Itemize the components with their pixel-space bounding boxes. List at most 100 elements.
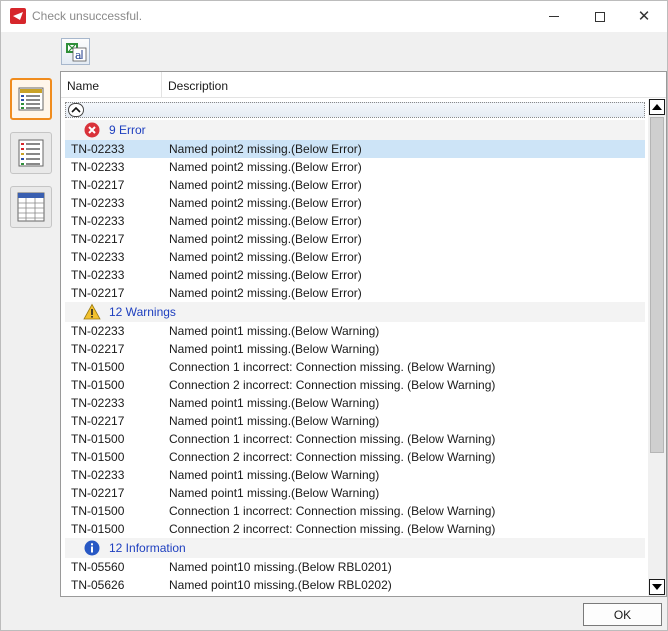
group-label: 12 Information	[109, 541, 186, 555]
scroll-down-button[interactable]	[649, 579, 665, 595]
table-row[interactable]: TN-01500 Connection 1 incorrect: Connecti…	[65, 358, 645, 376]
flat-list-icon	[18, 139, 44, 167]
column-header-description[interactable]: Description	[163, 72, 543, 98]
collapse-all-button[interactable]	[68, 103, 84, 117]
title-bar: Check unsuccessful. ✕	[1, 1, 667, 32]
row-name: TN-02233	[71, 468, 125, 482]
row-name: TN-02217	[71, 178, 125, 192]
column-header-name[interactable]: Name	[61, 72, 162, 98]
table-header: Name Description	[61, 72, 666, 98]
scroll-up-button[interactable]	[649, 99, 665, 115]
table-row[interactable]: TN-02217 Named point1 missing.(Below Warn…	[65, 340, 645, 358]
maximize-button[interactable]	[577, 1, 623, 32]
grouped-view-button[interactable]	[10, 78, 52, 120]
table-row[interactable]: TN-01500 Connection 2 incorrect: Connecti…	[65, 520, 645, 538]
group-label: 12 Warnings	[109, 305, 176, 319]
row-description: Named point1 missing.(Below Warning)	[169, 396, 380, 410]
results-list: 9 Error TN-02233 Named point2 missing.(Bel…	[61, 99, 648, 596]
row-name: TN-05626	[71, 578, 125, 592]
table-row[interactable]: TN-02217 Named point1 missing.(Below Warn…	[65, 412, 645, 430]
table-row[interactable]: TN-02233 Named point2 missing.(Below Erro…	[65, 212, 645, 230]
row-description: Connection 2 incorrect: Connection missi…	[169, 378, 496, 392]
row-name: TN-02233	[71, 214, 125, 228]
table-row[interactable]: TN-02233 Named point1 missing.(Below Warn…	[65, 394, 645, 412]
table-row[interactable]: TN-02233 Named point2 missing.(Below Erro…	[65, 266, 645, 284]
warning-icon	[83, 303, 101, 321]
table-row[interactable]: TN-02233 Named point2 missing.(Below Erro…	[65, 248, 645, 266]
row-description: Connection 1 incorrect: Connection missi…	[169, 432, 496, 446]
table-row[interactable]: TN-02217 Named point2 missing.(Below Erro…	[65, 284, 645, 302]
row-description: Named point1 missing.(Below Warning)	[169, 486, 380, 500]
results-table: Name Description 9 Error TN-02233 Named po…	[60, 71, 667, 597]
row-name: TN-02233	[71, 250, 125, 264]
row-name: TN-02217	[71, 342, 125, 356]
row-description: Named point2 missing.(Below Error)	[169, 142, 362, 156]
table-row[interactable]: TN-02217 Named point1 missing.(Below Warn…	[65, 484, 645, 502]
vertical-scrollbar[interactable]	[648, 99, 666, 596]
table-view-button[interactable]	[10, 186, 52, 228]
table-row[interactable]: TN-01500 Connection 2 incorrect: Connecti…	[65, 448, 645, 466]
table-row[interactable]: TN-02233 Named point2 missing.(Below Erro…	[65, 158, 645, 176]
row-name: TN-02217	[71, 486, 125, 500]
collapse-all-bar[interactable]	[65, 102, 645, 118]
row-name: TN-02233	[71, 160, 125, 174]
row-name: TN-01500	[71, 360, 125, 374]
row-description: Connection 1 incorrect: Connection missi…	[169, 360, 496, 374]
scrollbar-thumb[interactable]	[650, 117, 664, 453]
table-row[interactable]: TN-01500 Connection 2 incorrect: Connecti…	[65, 376, 645, 394]
group-header[interactable]: 12 Warnings	[65, 302, 645, 322]
row-description: Named point2 missing.(Below Error)	[169, 250, 362, 264]
table-row[interactable]: TN-05626 Named point10 missing.(Below RBL…	[65, 576, 645, 594]
row-name: TN-01500	[71, 378, 125, 392]
flat-view-button[interactable]	[10, 132, 52, 174]
minimize-icon	[549, 16, 559, 17]
row-description: Named point1 missing.(Below Warning)	[169, 342, 380, 356]
table-row[interactable]: TN-02233 Named point2 missing.(Below Erro…	[65, 194, 645, 212]
row-name: TN-02233	[71, 196, 125, 210]
row-description: Named point2 missing.(Below Error)	[169, 268, 362, 282]
row-name: TN-02233	[71, 268, 125, 282]
row-name: TN-01500	[71, 432, 125, 446]
group-header[interactable]: 9 Error	[65, 120, 645, 140]
row-name: TN-01500	[71, 450, 125, 464]
row-description: Connection 2 incorrect: Connection missi…	[169, 522, 496, 536]
info-icon	[83, 539, 101, 557]
excel-export-icon: a	[65, 42, 86, 62]
row-description: Named point1 missing.(Below Warning)	[169, 324, 380, 338]
row-description: Named point2 missing.(Below Error)	[169, 196, 362, 210]
row-name: TN-01500	[71, 504, 125, 518]
table-row[interactable]: TN-02233 Named point1 missing.(Below Warn…	[65, 322, 645, 340]
app-logo-icon	[10, 8, 26, 24]
grouped-list-icon	[18, 87, 44, 111]
export-excel-button[interactable]: a	[61, 38, 90, 65]
table-row[interactable]: TN-02233 Named point2 missing.(Below Erro…	[65, 140, 645, 158]
check-dialog: Check unsuccessful. ✕ a Name Description…	[0, 0, 668, 631]
row-name: TN-02217	[71, 286, 125, 300]
table-row[interactable]: TN-05560 Named point10 missing.(Below RBL…	[65, 558, 645, 576]
table-row[interactable]: TN-01500 Connection 1 incorrect: Connecti…	[65, 502, 645, 520]
table-row[interactable]: TN-01500 Connection 1 incorrect: Connecti…	[65, 430, 645, 448]
close-icon: ✕	[637, 8, 651, 25]
table-icon	[17, 192, 45, 222]
arrow-down-icon	[652, 584, 662, 590]
table-row[interactable]: TN-02217 Named point2 missing.(Below Erro…	[65, 230, 645, 248]
row-description: Named point1 missing.(Below Warning)	[169, 468, 380, 482]
row-description: Named point2 missing.(Below Error)	[169, 214, 362, 228]
row-description: Named point10 missing.(Below RBL0201)	[169, 560, 392, 574]
table-row[interactable]: TN-02217 Named point2 missing.(Below Erro…	[65, 176, 645, 194]
maximize-icon	[595, 11, 605, 22]
window-title: Check unsuccessful.	[32, 9, 143, 23]
row-description: Named point2 missing.(Below Error)	[169, 160, 362, 174]
error-icon	[83, 121, 101, 139]
row-description: Named point1 missing.(Below Warning)	[169, 414, 380, 428]
row-description: Named point10 missing.(Below RBL0202)	[169, 578, 392, 592]
row-name: TN-02217	[71, 414, 125, 428]
table-row[interactable]: TN-02233 Named point1 missing.(Below Warn…	[65, 466, 645, 484]
ok-button[interactable]: OK	[583, 603, 662, 626]
svg-text:a: a	[75, 49, 82, 62]
arrow-up-icon	[652, 104, 662, 110]
group-header[interactable]: 12 Information	[65, 538, 645, 558]
row-description: Connection 1 incorrect: Connection missi…	[169, 504, 496, 518]
minimize-button[interactable]	[531, 1, 577, 32]
close-button[interactable]: ✕	[621, 1, 667, 32]
